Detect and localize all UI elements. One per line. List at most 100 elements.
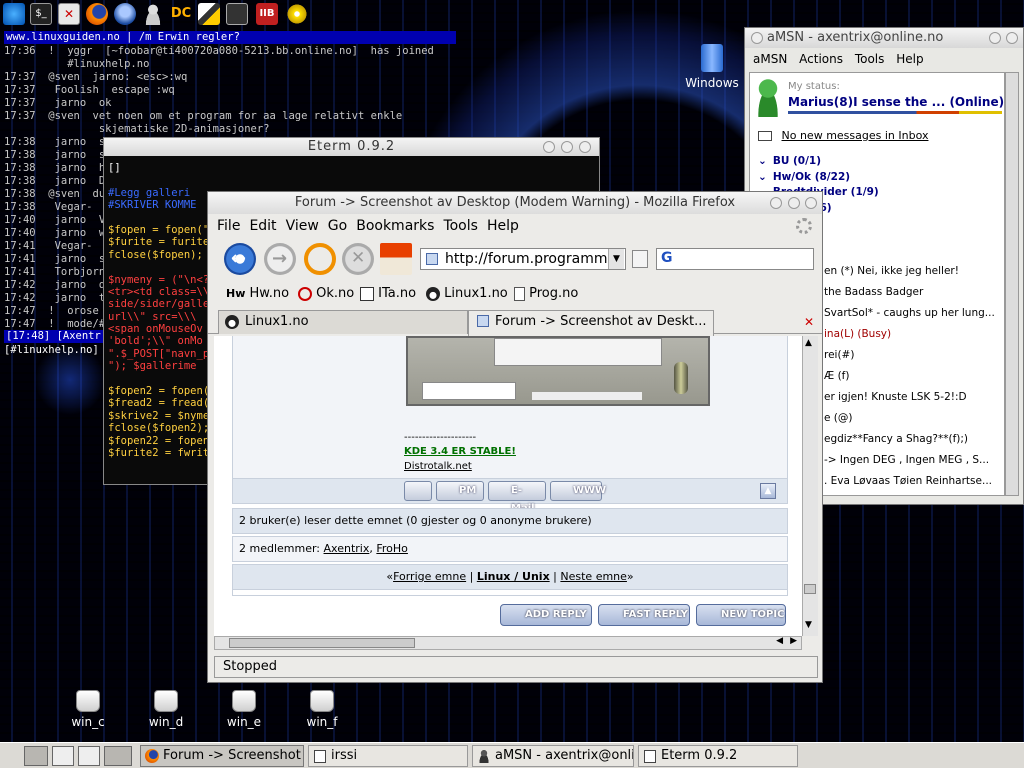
desktop-icon-win-c[interactable]: win_c	[58, 690, 118, 729]
task-irssi[interactable]: irssi	[308, 745, 468, 767]
minimize-button[interactable]	[543, 141, 555, 153]
menu-help[interactable]: Help	[896, 52, 923, 66]
dc-icon[interactable]: DC	[170, 3, 192, 25]
menu-edit[interactable]: Edit	[249, 218, 276, 234]
profile-button[interactable]	[404, 481, 432, 501]
close-button[interactable]	[805, 197, 817, 209]
contact-item[interactable]: SvartSol* - caughs up her lung...	[824, 307, 995, 319]
bookmark-ita[interactable]: ITa.no	[360, 282, 416, 306]
email-button[interactable]: E-Mail	[488, 481, 546, 514]
firefox-window[interactable]: Forum -> Screenshot av Desktop (Modem Wa…	[207, 191, 823, 683]
contact-group[interactable]: ⌄ BU (0/1)	[758, 155, 821, 167]
contact-item[interactable]: Æ (f)	[824, 370, 849, 382]
go-button[interactable]	[632, 250, 648, 268]
desktop-icon-win-e[interactable]: win_e	[214, 690, 274, 729]
minimize-button[interactable]	[751, 32, 763, 44]
contact-item[interactable]: rei(#)	[824, 349, 854, 361]
close-tab-icon[interactable]: ✕	[804, 315, 814, 329]
desktop-icon-win-f[interactable]: win_f	[292, 690, 352, 729]
contact-item[interactable]: egdiz**Fancy a Shag?**(f);)	[824, 433, 968, 445]
contact-item[interactable]: er igjen! Knuste LSK 5-2!:D	[824, 391, 967, 403]
firefox-icon[interactable]	[86, 3, 108, 25]
tab-forum[interactable]: Forum -> Screenshot av Deskt...	[468, 310, 714, 336]
scroll-down-arrow[interactable]: ▼	[805, 620, 812, 630]
url-field[interactable]: http://forum.programmer	[420, 248, 626, 270]
eterm-terminal[interactable]: [] #Legg galleri #SKRIVER KOMME $fopen = fo…	[108, 162, 208, 482]
kde-link[interactable]: KDE 3.4 ER STABLE!	[404, 446, 516, 457]
thunderbird-icon[interactable]	[114, 3, 136, 25]
page-vertical-scrollbar[interactable]: ▲ ▼	[802, 336, 818, 636]
close-button[interactable]	[1006, 32, 1018, 44]
menu-file[interactable]: File	[217, 218, 240, 234]
home-button[interactable]	[380, 243, 412, 275]
maximize-button[interactable]	[788, 197, 800, 209]
menu-go[interactable]: Go	[328, 218, 347, 234]
menu-help[interactable]: Help	[487, 218, 519, 234]
member-axentrix-link[interactable]: Axentrix	[324, 542, 370, 555]
scroll-top-button[interactable]: ▲	[760, 483, 776, 499]
pm-button[interactable]: PM	[436, 481, 484, 501]
tab-linux1[interactable]: Linux1.no	[218, 310, 468, 334]
scroll-thumb[interactable]	[229, 638, 415, 648]
contact-item[interactable]: en (*) Nei, ikke jeg heller!	[824, 265, 959, 277]
prev-topic-link[interactable]: Forrige emne	[393, 570, 466, 583]
scroll-up-arrow[interactable]: ▲	[805, 338, 812, 348]
inbox-link[interactable]: No new messages in Inbox	[782, 129, 929, 142]
contact-list-scrollbar[interactable]	[1005, 72, 1019, 496]
k3b-icon[interactable]	[286, 3, 308, 25]
member-froho-link[interactable]: FroHo	[376, 542, 408, 555]
www-button[interactable]: WWW	[550, 481, 606, 501]
desktop-pager-2[interactable]	[52, 746, 74, 766]
contact-item[interactable]: ina(L) (Busy)	[824, 328, 891, 340]
bookmark-hw[interactable]: Hw Hw.no	[226, 282, 289, 306]
inbox-row[interactable]: No new messages in Inbox	[758, 129, 928, 142]
page-content[interactable]: -------------------- KDE 3.4 ER STABLE! …	[214, 336, 818, 636]
url-dropdown-button[interactable]: ▼	[608, 249, 624, 269]
monitor-close-icon[interactable]: ✕	[58, 3, 80, 25]
maximize-button[interactable]	[561, 141, 573, 153]
menu-tools[interactable]: Tools	[855, 52, 885, 66]
forum-link[interactable]: Linux / Unix	[477, 570, 550, 583]
menu-bookmarks[interactable]: Bookmarks	[356, 218, 434, 234]
scroll-right-arrow[interactable]: ▶	[790, 636, 797, 646]
contact-item[interactable]: e (@)	[824, 412, 853, 424]
kde-icon[interactable]	[3, 3, 25, 25]
task-amsn[interactable]: aMSN - axentrix@onli	[472, 745, 634, 767]
menu-tools[interactable]: Tools	[443, 218, 478, 234]
menu-amsn[interactable]: aMSN	[753, 52, 787, 66]
task-firefox[interactable]: Forum -> Screenshot	[140, 745, 304, 767]
terminal-icon[interactable]: $_	[30, 3, 52, 25]
reload-button[interactable]	[304, 243, 336, 275]
contact-item[interactable]: the Badass Badger	[824, 286, 923, 298]
scroll-thumb[interactable]	[804, 584, 816, 594]
bookmark-linux1[interactable]: Linux1.no	[426, 282, 508, 306]
inkscape-icon[interactable]	[198, 3, 220, 25]
bookmark-ok[interactable]: Ok.no	[298, 282, 354, 306]
maximize-button[interactable]	[989, 32, 1001, 44]
desktop-pager-1[interactable]	[24, 746, 48, 766]
user-icon[interactable]	[142, 3, 164, 25]
fast-reply-button[interactable]: FAST REPLY	[598, 604, 690, 626]
task-eterm[interactable]: Eterm 0.9.2	[638, 745, 798, 767]
desktop-icon-win-d[interactable]: win_d	[136, 690, 196, 729]
contact-group[interactable]: ⌄ Hw/Ok (8/22)	[758, 171, 850, 183]
distrotalk-link[interactable]: Distrotalk.net	[404, 461, 472, 472]
screenshot-thumbnail[interactable]	[406, 336, 710, 406]
desktop-pager-4[interactable]	[104, 746, 132, 766]
contact-item[interactable]: -> Ingen DEG , Ingen MEG , S...	[824, 454, 989, 466]
gimp-icon[interactable]	[226, 3, 248, 25]
back-button[interactable]: ←	[224, 243, 256, 275]
search-field[interactable]: G	[656, 248, 814, 270]
page-horizontal-scrollbar[interactable]: ◀ ▶	[214, 636, 802, 650]
desktop-pager-3[interactable]	[78, 746, 100, 766]
new-topic-button[interactable]: NEW TOPIC	[696, 604, 786, 626]
contact-item[interactable]: . Eva Løvaas Tøien Reinhartse...	[824, 475, 992, 487]
menu-view[interactable]: View	[286, 218, 319, 234]
mysql-icon[interactable]: IIB	[256, 3, 278, 25]
stop-button[interactable]: ✕	[342, 243, 374, 275]
desktop-icon-windows[interactable]: Windows	[682, 44, 742, 90]
bookmark-prog[interactable]: Prog.no	[514, 282, 578, 306]
close-button[interactable]	[579, 141, 591, 153]
next-topic-link[interactable]: Neste emne	[560, 570, 627, 583]
minimize-button[interactable]	[770, 197, 782, 209]
